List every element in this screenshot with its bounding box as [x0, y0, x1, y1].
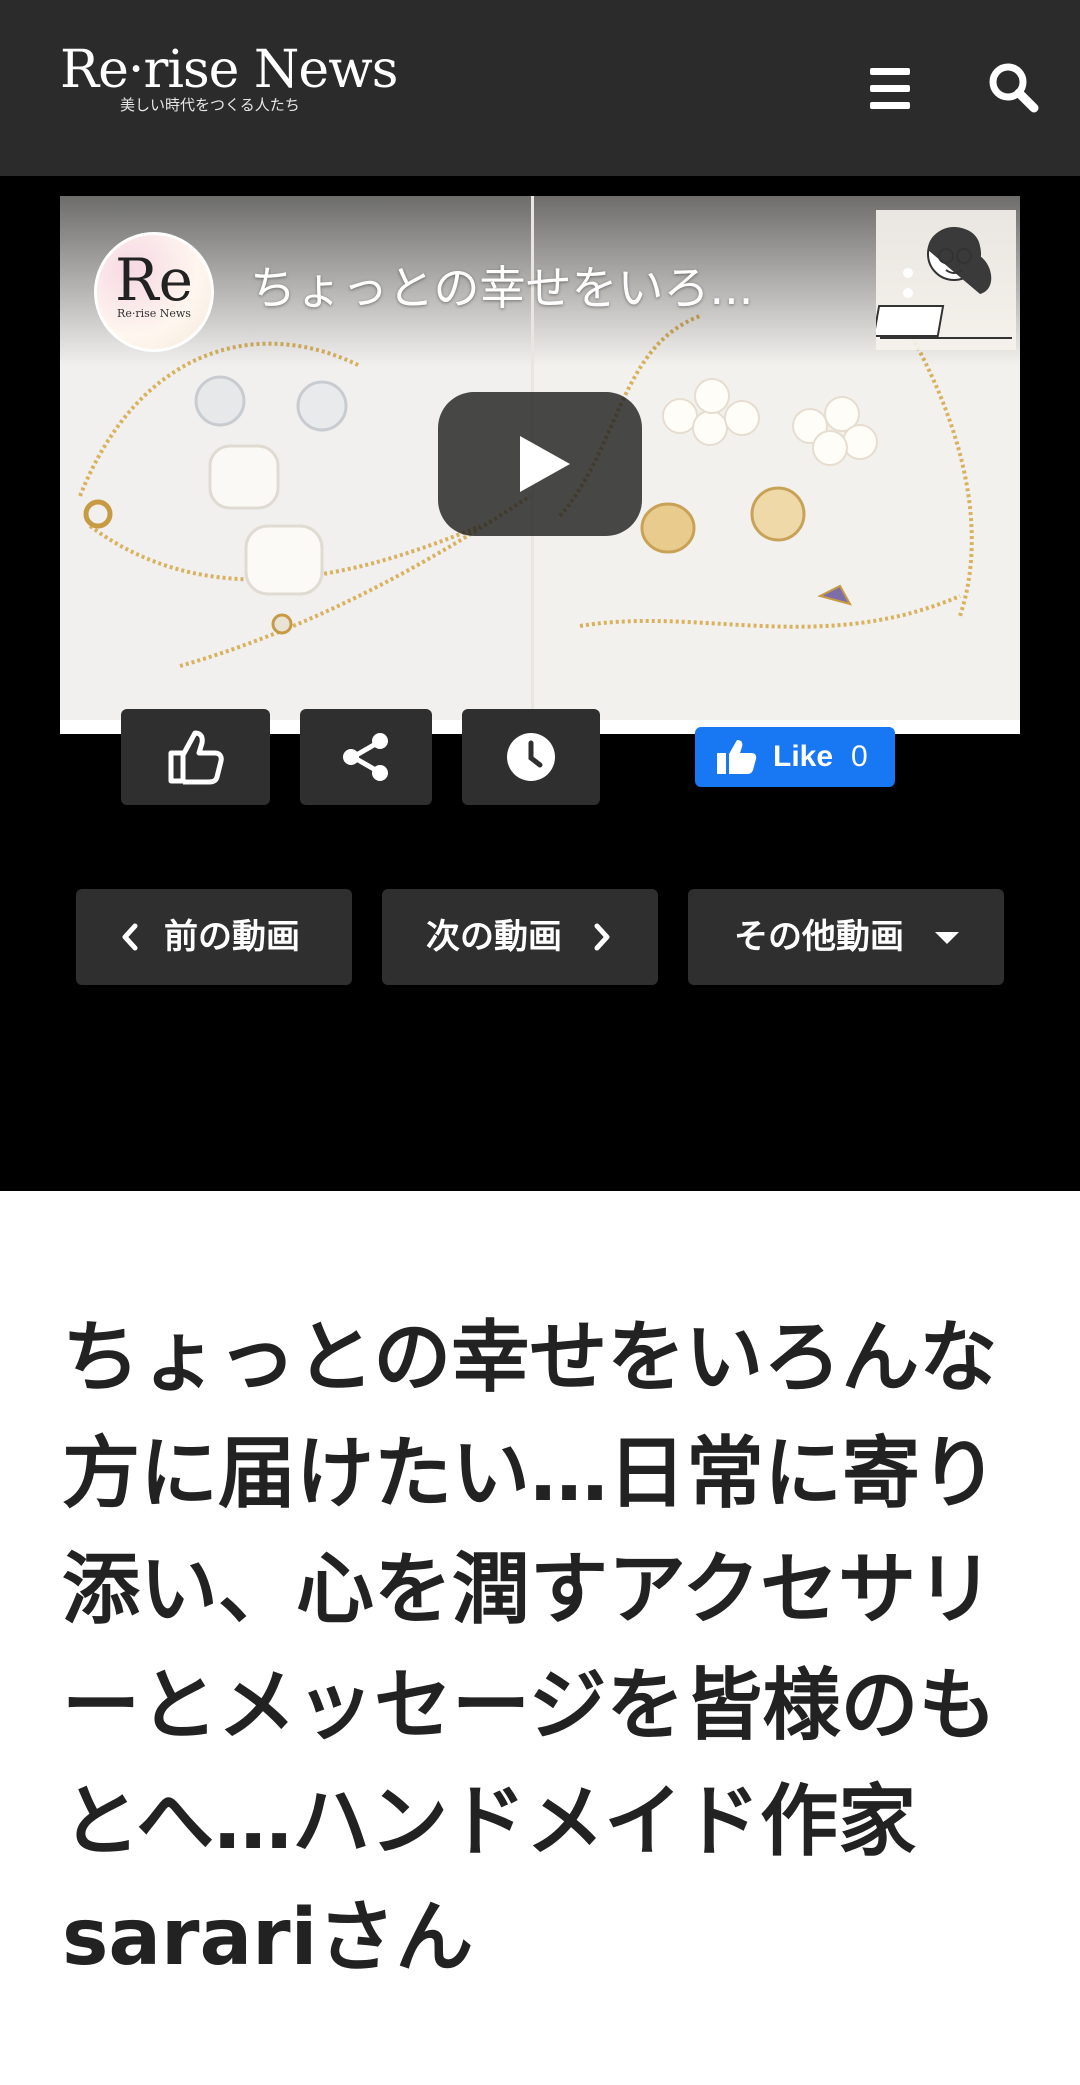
channel-avatar-text: Re — [115, 246, 193, 314]
clock-icon — [507, 733, 555, 781]
watch-later-button[interactable] — [462, 709, 600, 805]
hamburger-menu-icon[interactable] — [866, 68, 914, 110]
thumbs-up-icon — [168, 730, 224, 785]
next-video-label: 次の動画 — [426, 917, 562, 957]
like-button[interactable] — [121, 709, 270, 805]
more-videos-label: その他動画 — [734, 917, 904, 957]
article-title: ちょっとの幸せをいろんな方に届けたい…日常に寄り添い、心を潤すアクセサリーとメッ… — [62, 1313, 999, 1983]
more-vertical-icon[interactable] — [898, 268, 918, 320]
play-button[interactable] — [438, 392, 642, 536]
logo-text: Re·rise News — [60, 40, 398, 100]
facebook-like-label: Like — [773, 740, 834, 773]
search-icon[interactable] — [986, 60, 1040, 114]
next-video-button[interactable]: 次の動画 — [382, 889, 658, 985]
facebook-like-button[interactable]: Like 0 — [695, 727, 895, 787]
illustration-woman-laptop-image — [876, 210, 1016, 350]
share-icon — [343, 733, 388, 781]
site-header: Re·rise News 美しい時代をつくる人たち — [0, 0, 1080, 176]
play-icon — [520, 436, 570, 492]
caret-down-icon — [935, 932, 959, 944]
previous-video-button[interactable]: 前の動画 — [76, 889, 352, 985]
chevron-left-icon — [122, 923, 138, 951]
video-section: Re Re·rise News ちょっとの幸せをいろ... — [0, 176, 1080, 1191]
facebook-thumbs-up-icon — [717, 740, 757, 774]
video-player[interactable]: Re Re·rise News ちょっとの幸せをいろ... — [60, 196, 1020, 734]
share-button[interactable] — [300, 709, 432, 805]
chevron-right-icon — [594, 923, 610, 951]
previous-video-label: 前の動画 — [164, 917, 300, 957]
channel-avatar[interactable]: Re Re·rise News — [94, 232, 214, 352]
video-title[interactable]: ちょっとの幸せをいろ... — [250, 260, 753, 316]
facebook-like-count: 0 — [851, 740, 868, 773]
site-logo[interactable]: Re·rise News 美しい時代をつくる人たち — [60, 40, 398, 114]
more-videos-dropdown[interactable]: その他動画 — [688, 889, 1004, 985]
